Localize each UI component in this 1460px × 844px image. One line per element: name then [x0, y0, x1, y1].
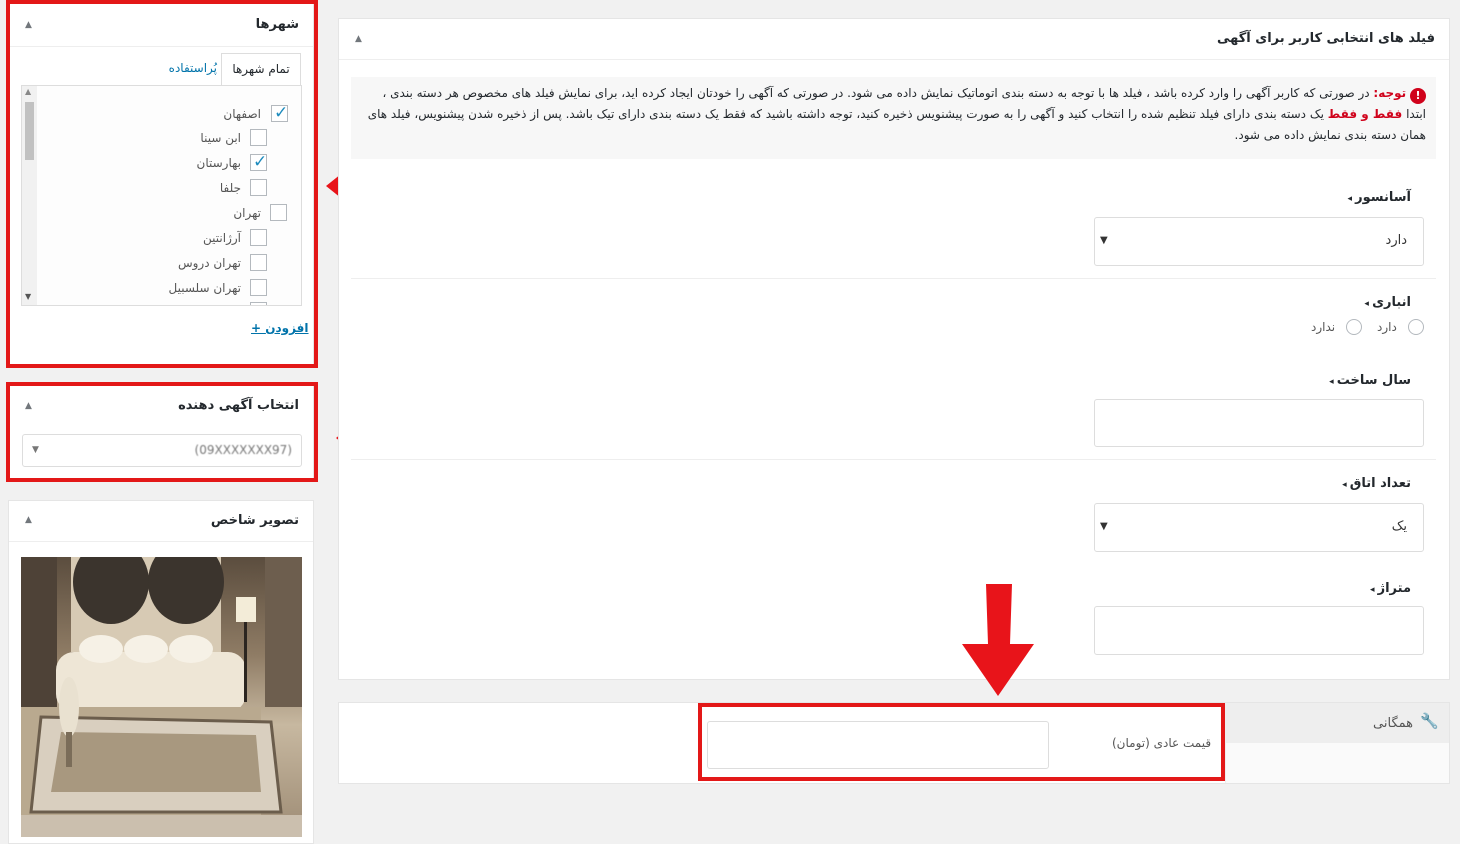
storage-radio-no[interactable]	[1346, 319, 1362, 335]
elevator-label: آسانسور	[1347, 190, 1411, 205]
custom-fields-title: فیلد های انتخابی کاربر برای آگهی	[1217, 31, 1435, 46]
year-built-label: سال ساخت	[1329, 373, 1411, 388]
wrench-icon: 🔧	[1420, 712, 1439, 730]
price-highlight-frame	[698, 703, 1225, 781]
elevator-dropdown-caret-icon: ▼	[1100, 235, 1108, 246]
custom-fields-toggle-icon[interactable]: ▲	[355, 34, 362, 44]
red-arrow-down-icon	[962, 584, 1034, 696]
field-divider	[351, 459, 1436, 460]
error-icon: !	[1410, 88, 1426, 104]
featured-image-thumbnail[interactable]	[21, 557, 302, 837]
notice-box: ! توجه: در صورتی که کاربر آگهی را وارد ک…	[351, 77, 1436, 159]
area-input[interactable]	[1094, 606, 1424, 655]
featured-image-divider	[9, 541, 313, 542]
notice-emphasis: فقط و فقط	[1327, 107, 1403, 121]
storage-radio-yes[interactable]	[1408, 319, 1424, 335]
rooms-select[interactable]: یک ▼	[1094, 503, 1424, 552]
storage-radio-yes-label: دارد	[1377, 320, 1397, 334]
notice-prefix: توجه:	[1373, 86, 1407, 100]
general-tab-label: همگانی	[1373, 716, 1413, 731]
advertiser-highlight-frame	[6, 382, 318, 482]
year-built-input[interactable]	[1094, 399, 1424, 447]
featured-image-box: تصویر شاخص ▲	[8, 500, 314, 844]
notice-text-part2: یک دسته بندی دارای فیلد تنظیم شده را انت…	[367, 107, 1426, 142]
storage-label: انباری	[1364, 295, 1411, 310]
rooms-dropdown-caret-icon: ▼	[1100, 521, 1108, 532]
elevator-select[interactable]: دارد ▼	[1094, 217, 1424, 266]
elevator-select-value: دارد	[1385, 233, 1407, 248]
featured-image-title: تصویر شاخص	[210, 513, 299, 528]
general-tab[interactable]: 🔧 همگانی	[1225, 703, 1449, 743]
cities-highlight-frame	[6, 0, 318, 368]
rooms-select-value: یک	[1391, 519, 1407, 534]
field-divider	[351, 278, 1436, 279]
rooms-label: تعداد اتاق	[1342, 476, 1411, 491]
custom-fields-box: فیلد های انتخابی کاربر برای آگهی ▲ ! توج…	[338, 18, 1450, 680]
storage-radio-no-label: ندارد	[1311, 320, 1336, 334]
living-room-image	[21, 557, 302, 837]
featured-image-toggle-icon[interactable]: ▲	[25, 515, 32, 525]
custom-fields-header-divider	[339, 59, 1449, 60]
area-label: متراژ	[1370, 581, 1411, 596]
